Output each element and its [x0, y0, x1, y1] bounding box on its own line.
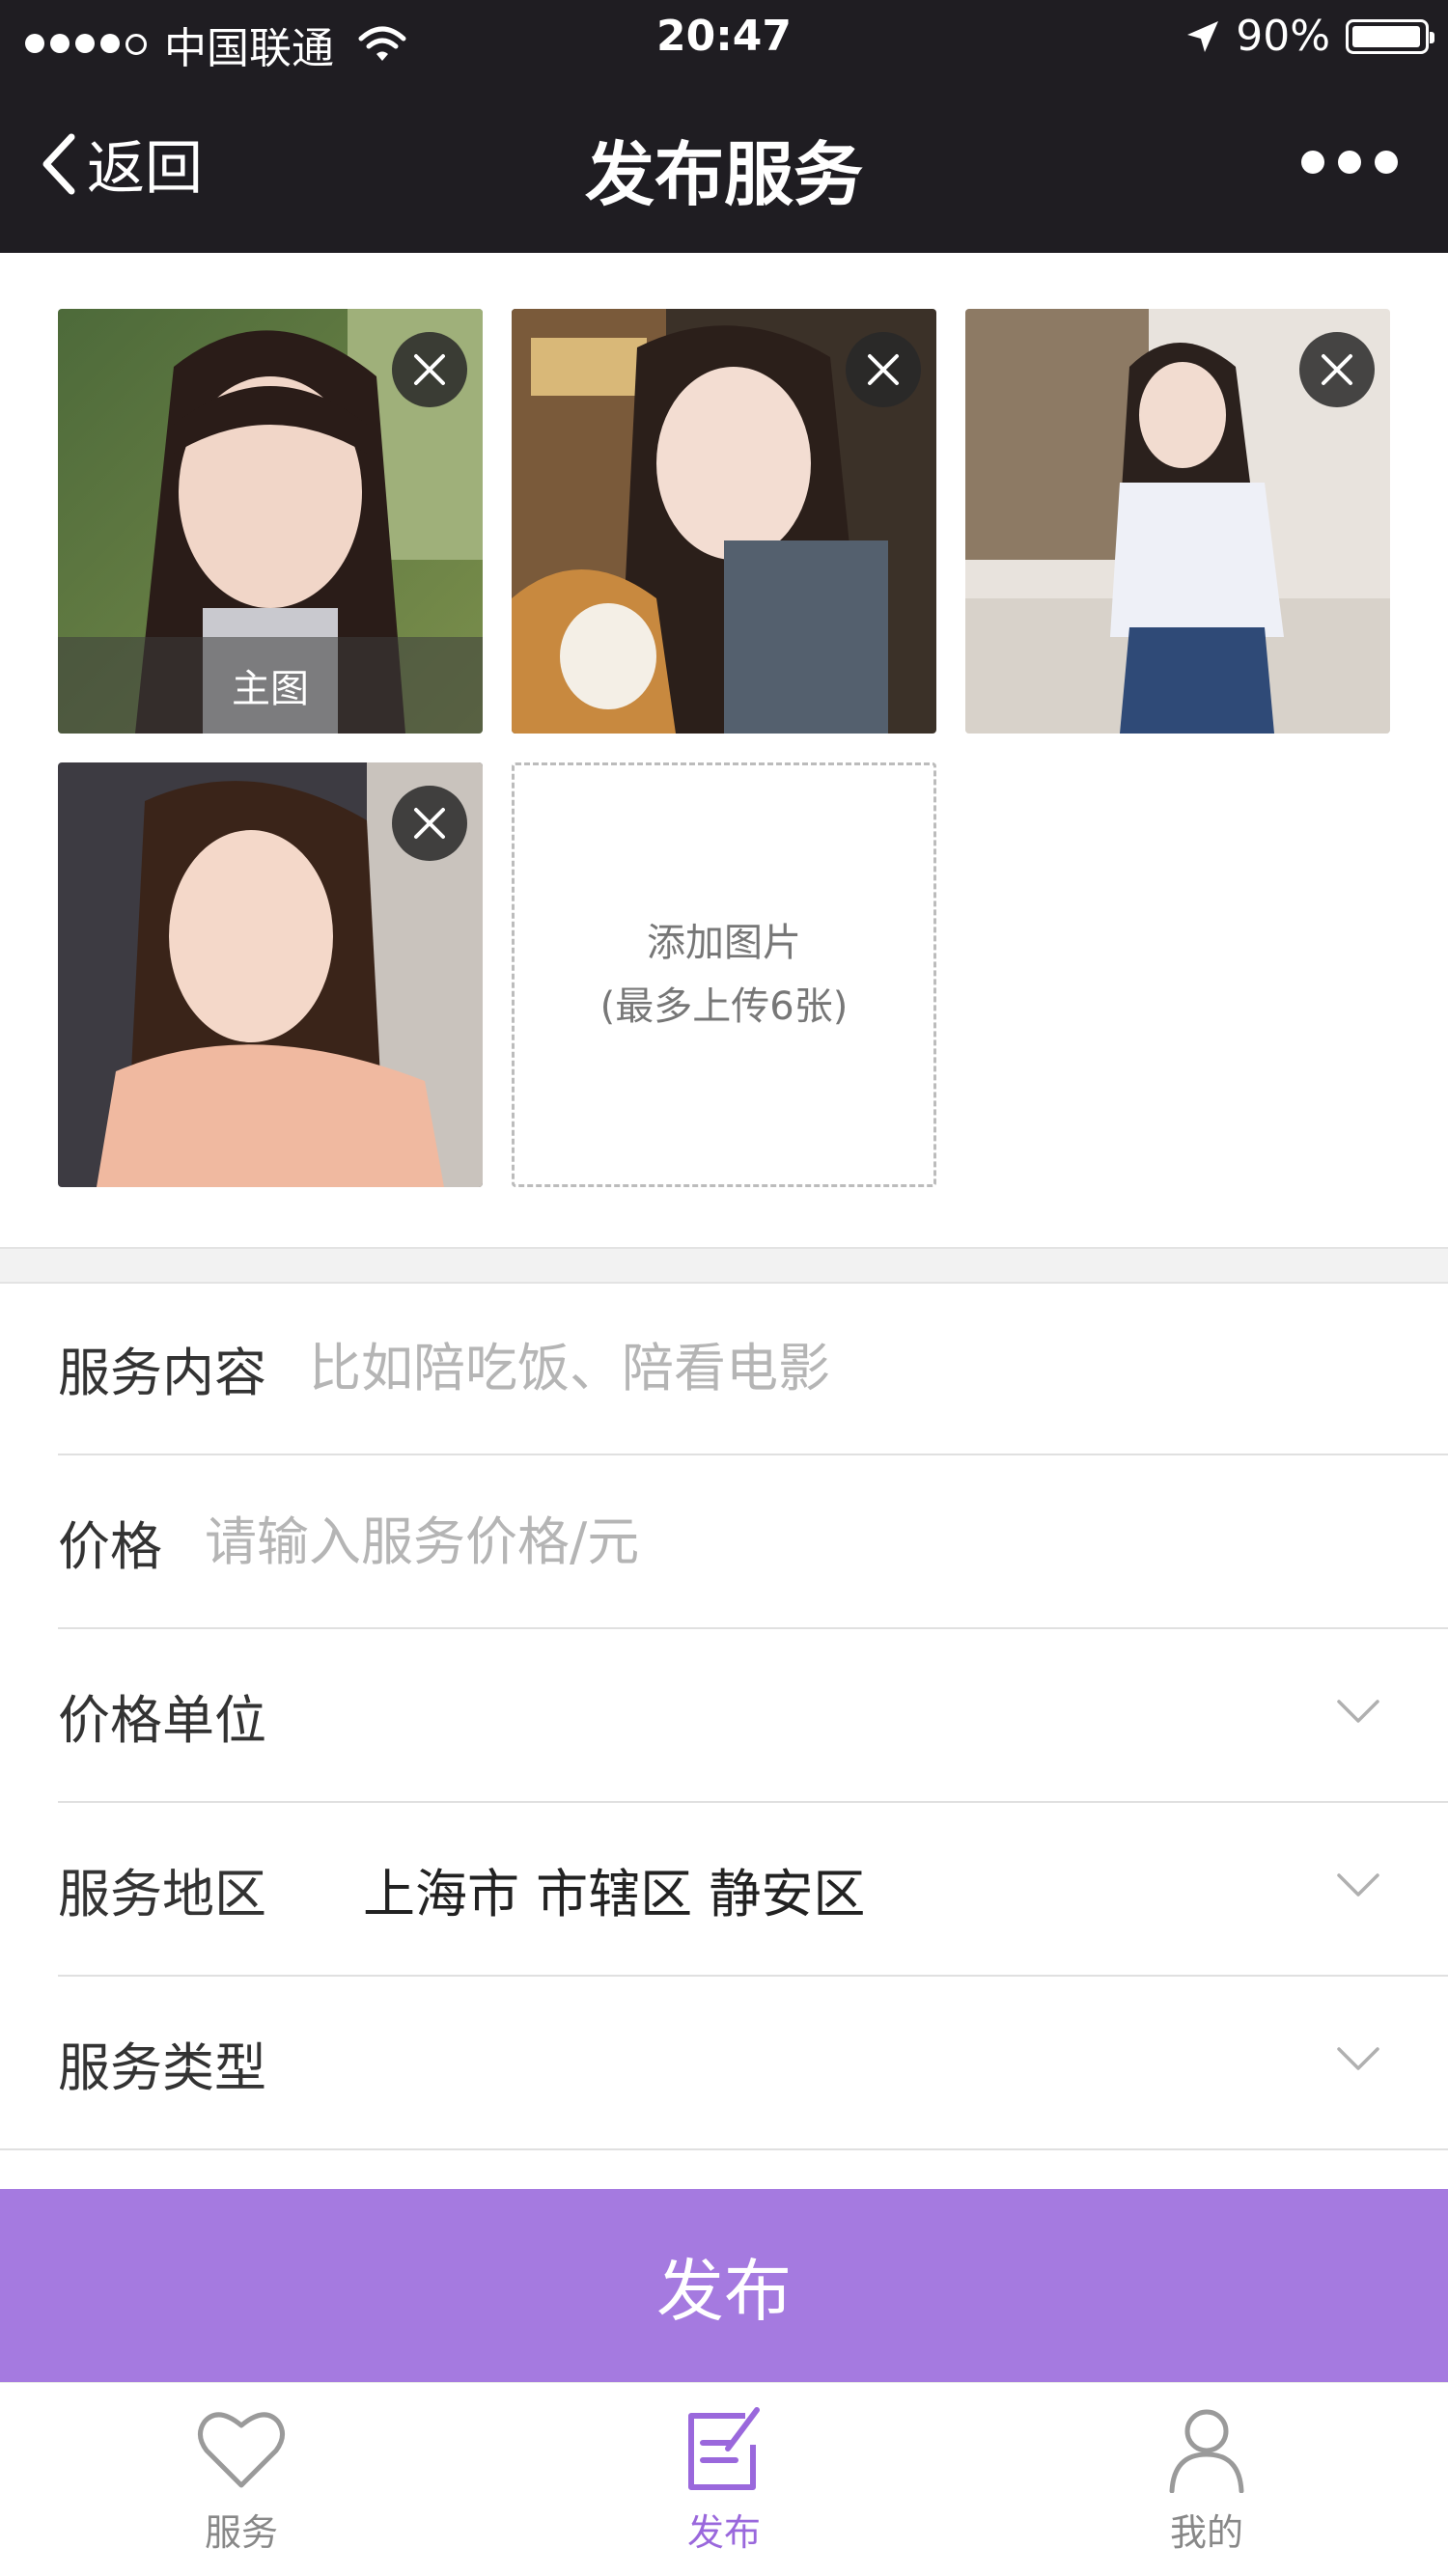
- tab-publish[interactable]: 发布: [579, 2383, 869, 2576]
- chevron-down-icon: [1337, 1873, 1379, 1897]
- remove-photo-button[interactable]: [1299, 332, 1375, 407]
- battery-percent: 90%: [1236, 12, 1330, 61]
- service-content-row: 服务内容: [58, 1282, 1448, 1455]
- location-arrow-icon: [1187, 20, 1219, 52]
- price-unit-label: 价格单位: [58, 1689, 266, 1751]
- section-divider: [0, 1247, 1448, 1284]
- tab-mine[interactable]: 我的: [1062, 2383, 1351, 2576]
- photo-thumbnail[interactable]: [965, 309, 1390, 734]
- tab-service-label: 服务: [204, 2511, 278, 2554]
- remove-photo-button[interactable]: [392, 332, 467, 407]
- status-right: 90%: [1185, 12, 1434, 61]
- add-photo-label: 添加图片: [647, 921, 801, 965]
- service-type-label: 服务类型: [58, 2036, 266, 2098]
- heart-icon: [198, 2412, 285, 2488]
- service-type-select[interactable]: 服务类型: [0, 1977, 1448, 2150]
- person-icon: [1169, 2409, 1244, 2493]
- photo-grid: 主图 添加图片 (最多上传6张): [0, 253, 1448, 1247]
- top-bar: 中国联通 20:47 90% 返回 发布服务: [0, 0, 1448, 253]
- service-form: 服务内容 价格 价格单位 服务地区 上海市 市辖区 静安区 服务类型: [0, 1282, 1448, 2150]
- close-icon: [1322, 354, 1352, 385]
- price-label: 价格: [58, 1515, 162, 1577]
- service-content-label: 服务内容: [58, 1342, 266, 1403]
- navigation-bar: 返回 发布服务: [0, 95, 1448, 239]
- publish-button[interactable]: 发布: [0, 2189, 1448, 2382]
- price-unit-select[interactable]: 价格单位: [58, 1629, 1448, 1803]
- battery-icon: [1346, 18, 1434, 54]
- main-photo-tag: 主图: [58, 637, 483, 734]
- remove-photo-button[interactable]: [846, 332, 921, 407]
- remove-photo-button[interactable]: [392, 786, 467, 861]
- service-area-label: 服务地区: [58, 1863, 266, 1925]
- tab-mine-label: 我的: [1169, 2511, 1243, 2554]
- service-area-select[interactable]: 服务地区 上海市 市辖区 静安区: [58, 1803, 1448, 1977]
- close-icon: [414, 354, 445, 385]
- bottom-tab-bar: 服务 发布 我的: [0, 2382, 1448, 2576]
- close-icon: [868, 354, 899, 385]
- tab-service[interactable]: 服务: [97, 2383, 386, 2576]
- tab-publish-label: 发布: [686, 2511, 761, 2554]
- close-icon: [414, 808, 445, 839]
- chevron-down-icon: [1337, 1700, 1379, 1723]
- edit-document-icon: [688, 2407, 760, 2490]
- add-photo-hint: (最多上传6张): [599, 984, 849, 1029]
- add-photo-button[interactable]: 添加图片 (最多上传6张): [512, 762, 936, 1187]
- chevron-down-icon: [1337, 2047, 1379, 2070]
- service-content-input[interactable]: [309, 1337, 1178, 1399]
- more-options-button[interactable]: [1301, 151, 1398, 174]
- photo-thumbnail[interactable]: [58, 762, 483, 1187]
- photo-thumbnail-main[interactable]: 主图: [58, 309, 483, 734]
- status-bar: 中国联通 20:47 90%: [0, 0, 1448, 77]
- page-title: 发布服务: [584, 134, 863, 215]
- photo-thumbnail[interactable]: [512, 309, 936, 734]
- price-row: 价格: [58, 1455, 1448, 1629]
- service-area-value: 上海市 市辖区 静安区: [363, 1863, 866, 1925]
- price-input[interactable]: [205, 1510, 1073, 1572]
